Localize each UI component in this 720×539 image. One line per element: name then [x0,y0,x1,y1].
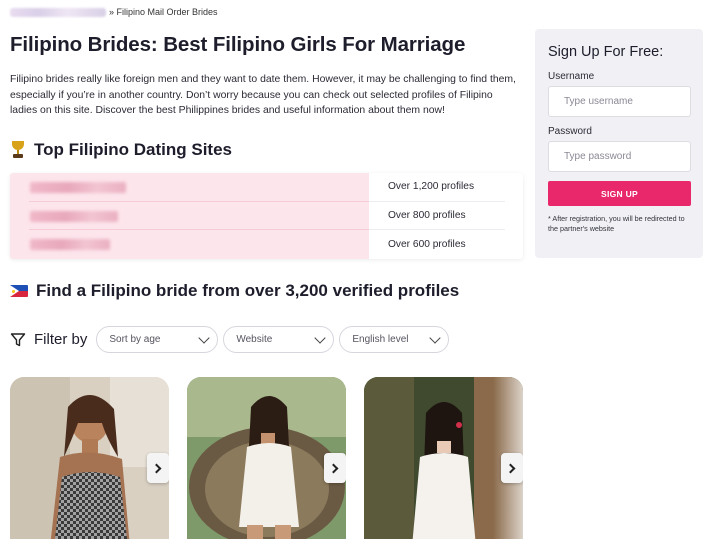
chevron-right-icon [151,463,162,473]
filter-bar: Filter by Sort by age Website English le… [10,326,454,353]
top-sites-heading-text: Top Filipino Dating Sites [34,140,233,159]
website-select[interactable]: Website [223,326,335,353]
signup-button[interactable]: SIGN UP [548,181,691,206]
password-label: Password [548,126,592,137]
chevron-down-icon [314,331,327,344]
next-photo-button[interactable] [147,453,169,483]
top-sites-table: Over 1,200 profiles Over 800 profiles Ov… [10,173,523,259]
next-photo-button[interactable] [324,453,346,483]
intro-paragraph: Filipino brides really like foreign men … [10,74,516,116]
site-profiles-count: Over 600 profiles [388,238,466,250]
select-value: Sort by age [109,334,161,345]
signup-note: * After registration, you will be redire… [548,214,685,233]
philippines-flag-icon [10,285,28,297]
select-value: English level [352,334,409,345]
sort-by-age-select[interactable]: Sort by age [96,326,219,353]
signup-title: Sign Up For Free: [548,44,664,60]
find-bride-heading-text: Find a Filipino bride from over 3,200 ve… [36,281,460,300]
site-row[interactable]: Over 1,200 profiles [10,173,523,202]
profile-photo [187,377,346,539]
profile-card[interactable] [187,377,346,539]
find-bride-heading: Find a Filipino bride from over 3,200 ve… [10,281,459,301]
filter-label-text: Filter by [34,331,88,348]
username-input[interactable] [548,86,691,117]
page-title: Filipino Brides: Best Filipino Girls For… [10,33,466,56]
breadcrumb: » Filipino Mail Order Brides [10,7,218,17]
chevron-down-icon [198,331,211,344]
site-name-blurred[interactable] [30,210,118,222]
chevron-down-icon [429,331,442,344]
profile-card[interactable] [364,377,523,539]
site-name-blurred[interactable] [30,182,126,193]
profile-photo [10,377,169,539]
trophy-icon [10,141,26,159]
next-photo-button[interactable] [501,453,523,483]
site-profiles-count: Over 1,200 profiles [369,173,505,202]
site-row[interactable]: Over 600 profiles [10,230,523,259]
breadcrumb-current: » Filipino Mail Order Brides [109,7,218,17]
filter-label: Filter by [10,331,87,348]
site-name-blurred[interactable] [30,239,110,251]
select-value: Website [236,334,273,345]
signup-panel: Sign Up For Free: Username Password SIGN… [535,29,703,258]
top-sites-heading: Top Filipino Dating Sites [10,140,232,160]
chevron-right-icon [328,463,339,473]
site-row[interactable]: Over 800 profiles [10,201,523,231]
english-level-select[interactable]: English level [339,326,450,353]
username-label: Username [548,71,595,82]
breadcrumb-home-link[interactable] [10,7,106,17]
profile-card[interactable] [10,377,169,539]
funnel-icon [10,332,26,346]
chevron-right-icon [505,463,516,473]
password-input[interactable] [548,141,691,172]
site-profiles-count: Over 800 profiles [369,202,505,231]
